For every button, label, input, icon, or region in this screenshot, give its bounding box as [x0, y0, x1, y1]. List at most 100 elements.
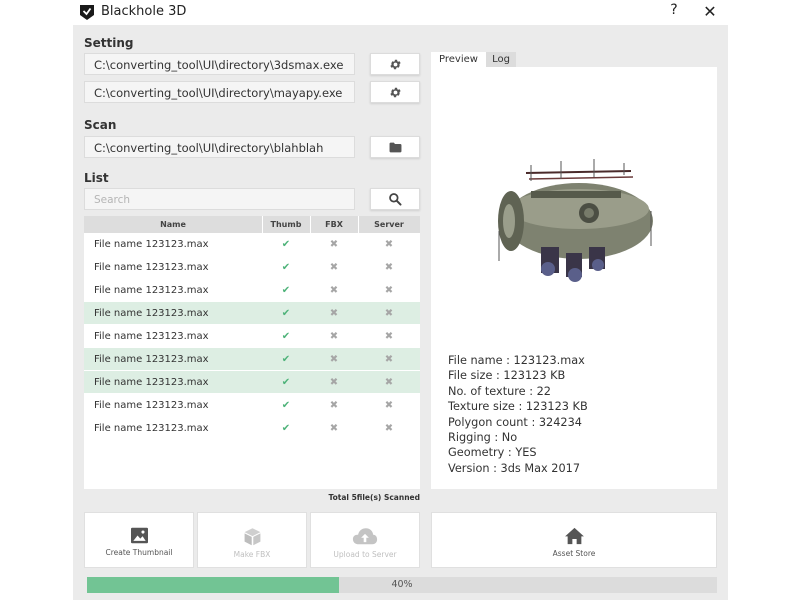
info-geometry: Geometry : YES — [448, 446, 537, 460]
make-fbx-button[interactable]: Make FBX — [197, 512, 307, 568]
create-thumbnail-button[interactable]: Create Thumbnail — [84, 512, 194, 568]
asset-store-button[interactable]: Asset Store — [431, 512, 717, 568]
browse-folder-button[interactable] — [370, 136, 420, 158]
server-status-cross-icon: ✖ — [384, 422, 394, 434]
tab-log[interactable]: Log — [486, 52, 516, 67]
table-row[interactable]: File name 123123.max ✔ ✖ ✖ — [84, 302, 420, 324]
info-version: Version : 3ds Max 2017 — [448, 461, 581, 475]
col-server[interactable]: Server — [358, 216, 420, 233]
col-name[interactable]: Name — [84, 216, 262, 233]
thumb-status-check-icon: ✔ — [281, 261, 291, 273]
file-name-cell: File name 123123.max — [94, 239, 209, 250]
server-status-cross-icon: ✖ — [384, 376, 394, 388]
table-row[interactable]: File name 123123.max ✔ ✖ ✖ — [84, 417, 420, 439]
progress-label: 40% — [391, 579, 413, 590]
maya-settings-button[interactable] — [370, 81, 420, 103]
file-name-cell: File name 123123.max — [94, 400, 209, 411]
setting-title: Setting — [84, 36, 134, 50]
gear-icon — [389, 59, 401, 69]
column-divider — [358, 216, 359, 233]
file-name-cell: File name 123123.max — [94, 377, 209, 388]
thumb-status-check-icon: ✔ — [281, 353, 291, 365]
fbx-status-cross-icon: ✖ — [329, 330, 339, 342]
table-header: Name Thumb FBX Server — [84, 216, 420, 233]
info-rigging: Rigging : No — [448, 431, 518, 445]
thumb-status-check-icon: ✔ — [281, 307, 291, 319]
asset-store-label: Asset Store — [552, 549, 596, 558]
scan-title: Scan — [84, 118, 117, 132]
max-path-field[interactable]: C:\converting_tool\UI\directory\3dsmax.e… — [84, 53, 355, 75]
table-row[interactable]: File name 123123.max ✔ ✖ ✖ — [84, 325, 420, 347]
fbx-status-cross-icon: ✖ — [329, 238, 339, 250]
info-texture-count: No. of texture : 22 — [448, 384, 551, 398]
file-name-cell: File name 123123.max — [94, 262, 209, 273]
table-row[interactable]: File name 123123.max ✔ ✖ ✖ — [84, 394, 420, 416]
search-button[interactable] — [370, 188, 420, 210]
fbx-status-cross-icon: ✖ — [329, 261, 339, 273]
info-file-size: File size : 123123 KB — [448, 369, 566, 383]
upload-label: Upload to Server — [333, 550, 397, 559]
app-logo-icon — [80, 5, 94, 20]
upload-to-server-button[interactable]: Upload to Server — [310, 512, 420, 568]
image-icon — [130, 527, 148, 544]
table-row[interactable]: File name 123123.max ✔ ✖ ✖ — [84, 371, 420, 393]
title-bar: Blackhole 3D ? ✕ — [73, 0, 728, 25]
tab-preview[interactable]: Preview — [431, 52, 486, 67]
server-status-cross-icon: ✖ — [384, 399, 394, 411]
thumb-status-check-icon: ✔ — [281, 376, 291, 388]
file-name-cell: File name 123123.max — [94, 354, 209, 365]
table-row[interactable]: File name 123123.max ✔ ✖ ✖ — [84, 348, 420, 370]
thumb-status-check-icon: ✔ — [281, 330, 291, 342]
server-status-cross-icon: ✖ — [384, 353, 394, 365]
folder-icon — [389, 142, 401, 152]
cube-icon — [244, 528, 260, 546]
file-name-cell: File name 123123.max — [94, 285, 209, 296]
cloud-upload-icon — [352, 528, 378, 545]
file-name-cell: File name 123123.max — [94, 423, 209, 434]
create-thumbnail-label: Create Thumbnail — [105, 548, 173, 557]
help-button[interactable]: ? — [666, 2, 682, 22]
table-row[interactable]: File name 123123.max ✔ ✖ ✖ — [84, 279, 420, 301]
server-status-cross-icon: ✖ — [384, 284, 394, 296]
file-name-cell: File name 123123.max — [94, 308, 209, 319]
fbx-status-cross-icon: ✖ — [329, 284, 339, 296]
maya-path-field[interactable]: C:\converting_tool\UI\directory\mayapy.e… — [84, 81, 355, 103]
gear-icon — [389, 87, 401, 97]
progress-bar: 40% — [87, 577, 717, 593]
table-row[interactable]: File name 123123.max ✔ ✖ ✖ — [84, 256, 420, 278]
model-preview-image — [498, 159, 653, 282]
scan-path-field[interactable]: C:\converting_tool\UI\directory\blahblah — [84, 136, 355, 158]
column-divider — [310, 216, 311, 233]
col-fbx[interactable]: FBX — [310, 216, 358, 233]
fbx-status-cross-icon: ✖ — [329, 307, 339, 319]
server-status-cross-icon: ✖ — [384, 307, 394, 319]
preview-area: File name : 123123.max File size : 12312… — [431, 67, 717, 489]
fbx-status-cross-icon: ✖ — [329, 353, 339, 365]
search-input[interactable]: Search — [84, 188, 355, 210]
info-polygon-count: Polygon count : 324234 — [448, 415, 582, 429]
close-button[interactable]: ✕ — [702, 2, 718, 22]
file-info: File name : 123123.max File size : 12312… — [448, 353, 588, 476]
app-window: Blackhole 3D ? ✕ Setting C:\converting_t… — [73, 0, 728, 600]
file-name-cell: File name 123123.max — [94, 331, 209, 342]
server-status-cross-icon: ✖ — [384, 238, 394, 250]
info-file-name: File name : 123123.max — [448, 354, 585, 367]
thumb-status-check-icon: ✔ — [281, 238, 291, 250]
list-title: List — [84, 171, 109, 185]
thumb-status-check-icon: ✔ — [281, 284, 291, 296]
server-status-cross-icon: ✖ — [384, 261, 394, 273]
col-thumb[interactable]: Thumb — [262, 216, 310, 233]
column-divider — [262, 216, 263, 233]
info-texture-size: Texture size : 123123 KB — [448, 400, 588, 414]
max-settings-button[interactable] — [370, 53, 420, 75]
fbx-status-cross-icon: ✖ — [329, 376, 339, 388]
window-title: Blackhole 3D — [101, 4, 187, 19]
file-table: Name Thumb FBX Server File name 123123.m… — [84, 216, 420, 489]
server-status-cross-icon: ✖ — [384, 330, 394, 342]
left-margin — [0, 0, 73, 600]
right-margin — [728, 0, 800, 600]
scan-total: Total 5file(s) Scanned — [328, 493, 420, 502]
preview-panel: Preview Log File name: 123123.max File … — [431, 52, 717, 489]
thumb-status-check-icon: ✔ — [281, 422, 291, 434]
table-row[interactable]: File name 123123.max ✔ ✖ ✖ — [84, 233, 420, 255]
